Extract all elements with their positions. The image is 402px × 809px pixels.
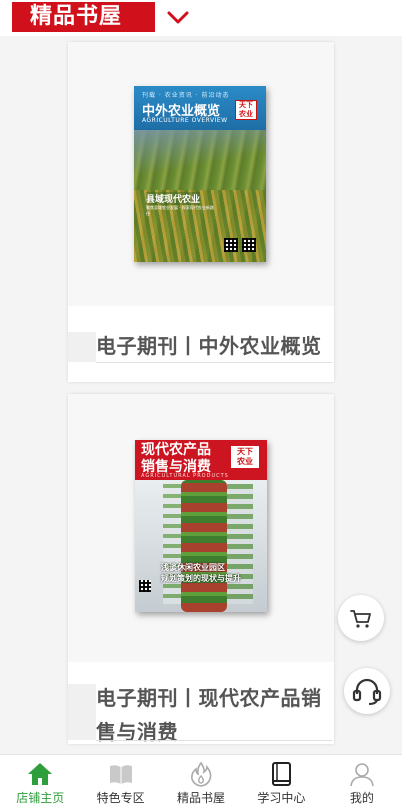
section-title: 精品书屋 bbox=[12, 2, 155, 32]
cover-blurb: 聚焦县域农业发展 · 探索现代农业新路径 bbox=[146, 205, 214, 216]
product-card-1[interactable]: 刊载 · 农业资讯 · 前沿动态 中外农业概览 AGRICULTURE OVER… bbox=[68, 42, 334, 382]
nav-label: 学习中心 bbox=[257, 791, 306, 805]
cover-tagline: 刊载 · 农业资讯 · 前沿动态 bbox=[142, 92, 230, 99]
product-title[interactable]: 电子期刊丨现代农产品销售与消费 bbox=[96, 681, 330, 749]
nav-label: 特色专区 bbox=[96, 791, 145, 805]
cart-icon bbox=[350, 610, 371, 628]
magazine-cover-image[interactable]: 现代农产品 销售与消费 AGRICULTURAL PRODUCTS 天下 农业 … bbox=[135, 440, 267, 612]
nav-item-featured[interactable]: 特色专区 bbox=[80, 755, 160, 809]
cover-title: 现代农产品 销售与消费 bbox=[141, 442, 211, 475]
qr-code-icon bbox=[139, 580, 151, 592]
title-divider bbox=[96, 740, 332, 741]
cover-subtitle: AGRICULTURE OVERVIEW bbox=[142, 117, 228, 124]
cart-button[interactable] bbox=[338, 595, 384, 641]
product-cover-area[interactable]: 刊载 · 农业资讯 · 前沿动态 中外农业概览 AGRICULTURE OVER… bbox=[68, 42, 334, 306]
chevron-down-icon[interactable] bbox=[166, 6, 190, 30]
label-accent bbox=[68, 684, 96, 740]
page: 精品书屋 刊载 · 农业资讯 · 前沿动态 中外农业概览 AGRICULTURE… bbox=[0, 0, 402, 809]
bottom-nav: 店铺主页 特色专区 精品书屋 学习中心 我的 bbox=[0, 754, 402, 809]
product-title[interactable]: 电子期刊丨中外农业概览 bbox=[96, 329, 330, 363]
user-icon bbox=[350, 763, 374, 787]
customer-service-button[interactable] bbox=[344, 668, 390, 714]
magazine-cover-image[interactable]: 刊载 · 农业资讯 · 前沿动态 中外农业概览 AGRICULTURE OVER… bbox=[134, 86, 266, 262]
header: 精品书屋 bbox=[0, 0, 402, 36]
cover-subtitle: AGRICULTURAL PRODUCTS bbox=[141, 473, 229, 479]
publisher-logo: 天下 农业 bbox=[235, 100, 257, 120]
headset-icon bbox=[352, 678, 382, 705]
product-card-2[interactable]: 现代农产品 销售与消费 AGRICULTURAL PRODUCTS 天下 农业 … bbox=[68, 394, 334, 744]
vertical-farm-tower bbox=[163, 480, 253, 612]
title-divider bbox=[96, 362, 332, 363]
cover-headline: 县域现代农业 bbox=[146, 192, 201, 205]
product-cover-area[interactable]: 现代农产品 销售与消费 AGRICULTURAL PRODUCTS 天下 农业 … bbox=[68, 394, 334, 662]
nav-label: 精品书屋 bbox=[177, 791, 226, 805]
nav-label: 我的 bbox=[349, 791, 374, 805]
nav-item-bookstore[interactable]: 精品书屋 bbox=[161, 755, 241, 809]
qr-code-icon bbox=[224, 238, 238, 252]
label-accent bbox=[68, 332, 96, 362]
flame-icon bbox=[191, 761, 212, 787]
nav-item-profile[interactable]: 我的 bbox=[322, 755, 402, 809]
nav-item-learning-center[interactable]: 学习中心 bbox=[241, 755, 321, 809]
book-open-icon bbox=[109, 765, 132, 784]
notebook-icon bbox=[272, 762, 292, 786]
nav-label: 店铺主页 bbox=[16, 791, 65, 805]
cover-headline: 浅谈休闲农业园区 规划策划的现状与提升 bbox=[161, 563, 241, 583]
qr-code-icon bbox=[242, 238, 256, 252]
nav-item-home[interactable]: 店铺主页 bbox=[0, 755, 80, 809]
publisher-logo: 天下 农业 bbox=[231, 446, 259, 468]
home-icon bbox=[28, 763, 53, 785]
